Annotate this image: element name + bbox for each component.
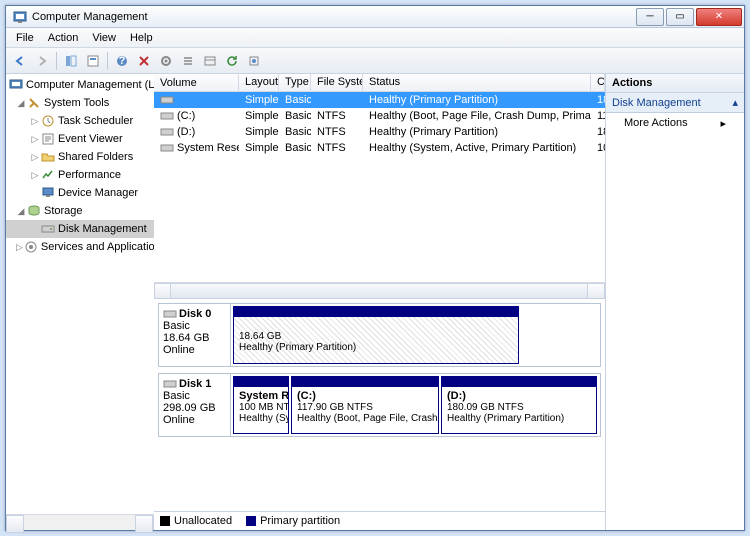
col-layout[interactable]: Layout [239,74,279,91]
disk-graphical-view: Disk 0Basic18.64 GBOnline18.64 GBHealthy… [154,298,605,511]
svg-text:?: ? [119,55,126,67]
menu-action[interactable]: Action [42,30,85,46]
action-group-disk-management[interactable]: Disk Management ▴ [606,93,744,113]
legend-primary-swatch [246,516,256,526]
legend-unallocated-swatch [160,516,170,526]
partition[interactable]: (D:)180.09 GB NTFSHealthy (Primary Parti… [441,376,597,434]
tree-scrollbar[interactable] [6,514,153,530]
tree-disk-management[interactable]: Disk Management [6,220,154,238]
storage-icon [26,203,42,219]
disk-row[interactable]: Disk 0Basic18.64 GBOnline18.64 GBHealthy… [158,303,601,367]
disk-info: Disk 1Basic298.09 GBOnline [159,374,231,436]
col-filesystem[interactable]: File System [311,74,363,91]
col-status[interactable]: Status [363,74,591,91]
event-icon [40,131,56,147]
tree-system-tools[interactable]: ◢ System Tools [6,94,154,112]
collapse-icon[interactable]: ◢ [16,98,26,109]
disk-row[interactable]: Disk 1Basic298.09 GBOnlineSystem Res100 … [158,373,601,437]
show-hide-tree-button[interactable] [61,51,81,71]
drive-icon [160,94,174,106]
tree-event-viewer[interactable]: ▷ Event Viewer [6,130,154,148]
app-icon [12,9,28,25]
maximize-button[interactable]: ▭ [666,8,694,26]
rescan-button[interactable] [244,51,264,71]
chevron-right-icon: ▸ [720,117,726,130]
volume-row[interactable]: SimpleBasicHealthy (Primary Partition)18 [154,92,605,108]
navigation-tree[interactable]: Computer Management (Local ◢ System Tool… [6,74,154,514]
computer-icon [8,77,24,93]
volume-scrollbar[interactable] [154,282,605,298]
partition[interactable]: (C:)117.90 GB NTFSHealthy (Boot, Page Fi… [291,376,439,434]
forward-button[interactable] [32,51,52,71]
disk-info: Disk 0Basic18.64 GBOnline [159,304,231,366]
close-button[interactable]: ✕ [696,8,742,26]
expand-icon[interactable]: ▷ [16,242,23,253]
delete-button[interactable] [134,51,154,71]
performance-icon [40,167,56,183]
collapse-arrow-icon: ▴ [732,96,738,109]
volume-row[interactable]: (D:)SimpleBasicNTFSHealthy (Primary Part… [154,124,605,140]
volume-list-header[interactable]: Volume Layout Type File System Status C [154,74,605,92]
partition[interactable]: 18.64 GBHealthy (Primary Partition) [233,306,519,364]
expand-icon[interactable]: ▷ [30,170,40,181]
volume-row[interactable]: (C:)SimpleBasicNTFSHealthy (Boot, Page F… [154,108,605,124]
col-capacity[interactable]: C [591,74,605,91]
tools-icon [26,95,42,111]
disk-icon [163,308,177,320]
expand-icon[interactable]: ▷ [30,134,40,145]
tree-shared-folders[interactable]: ▷ Shared Folders [6,148,154,166]
drive-icon [160,126,174,138]
window-title: Computer Management [32,11,634,23]
drive-icon [160,142,174,154]
minimize-button[interactable]: ─ [636,8,664,26]
col-volume[interactable]: Volume [154,74,239,91]
detail-view-button[interactable] [200,51,220,71]
refresh-button[interactable] [222,51,242,71]
settings-button[interactable] [156,51,176,71]
tree-storage[interactable]: ◢ Storage [6,202,154,220]
action-more-actions[interactable]: More Actions ▸ [606,113,744,134]
menu-view[interactable]: View [86,30,122,46]
menu-file[interactable]: File [10,30,40,46]
tree-root[interactable]: Computer Management (Local [6,76,154,94]
help-button[interactable]: ? [112,51,132,71]
tree-services[interactable]: ▷ Services and Applications [6,238,154,256]
tree-performance[interactable]: ▷ Performance [6,166,154,184]
partition[interactable]: System Res100 MB NTFHealthy (Sys [233,376,289,434]
window: Computer Management ─ ▭ ✕ File Action Vi… [5,5,745,531]
back-button[interactable] [10,51,30,71]
actions-header: Actions [606,74,744,93]
toolbar: ? [6,48,744,74]
expand-icon[interactable]: ▷ [30,116,40,127]
services-icon [23,239,39,255]
device-icon [40,185,56,201]
disk-icon [163,378,177,390]
drive-icon [160,110,174,122]
volume-row[interactable]: System ReservedSimpleBasicNTFSHealthy (S… [154,140,605,156]
tree-task-scheduler[interactable]: ▷ Task Scheduler [6,112,154,130]
folder-icon [40,149,56,165]
col-type[interactable]: Type [279,74,311,91]
properties-button[interactable] [83,51,103,71]
clock-icon [40,113,56,129]
menu-help[interactable]: Help [124,30,159,46]
tree-device-manager[interactable]: Device Manager [6,184,154,202]
actions-pane: Actions Disk Management ▴ More Actions ▸ [606,74,744,530]
expand-icon[interactable]: ▷ [30,152,40,163]
disk-icon [40,221,56,237]
volume-list: Volume Layout Type File System Status C … [154,74,605,298]
menubar: File Action View Help [6,28,744,48]
list-view-button[interactable] [178,51,198,71]
titlebar[interactable]: Computer Management ─ ▭ ✕ [6,6,744,28]
collapse-icon[interactable]: ◢ [16,206,26,217]
legend: Unallocated Primary partition [154,511,605,530]
